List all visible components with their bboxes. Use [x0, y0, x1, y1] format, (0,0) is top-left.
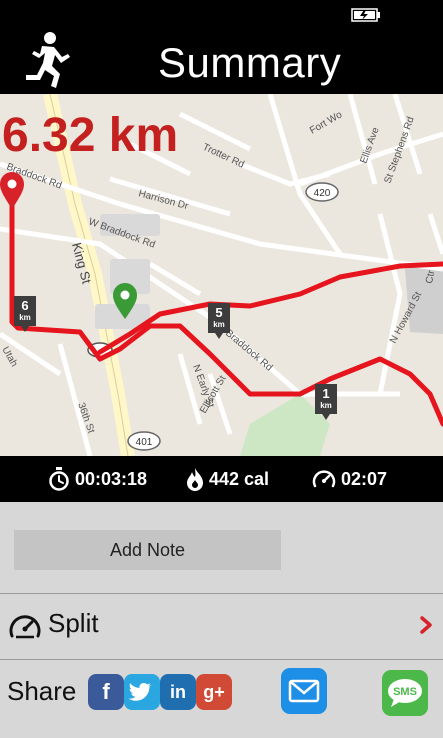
- facebook-icon[interactable]: f: [88, 674, 124, 710]
- km-marker-6: 6 km: [14, 296, 36, 332]
- title-bar: Summary: [0, 30, 443, 94]
- stats-bar: 00:03:18 442 cal 02:07: [0, 456, 443, 502]
- stopwatch-icon: [49, 467, 69, 491]
- linkedin-icon[interactable]: in: [160, 674, 196, 710]
- svg-text:401: 401: [136, 437, 153, 448]
- battery-icon: [351, 8, 380, 22]
- chevron-right-icon[interactable]: [419, 616, 433, 634]
- calories-value: 442 cal: [209, 468, 270, 489]
- calories-stat: 442 cal: [186, 456, 269, 502]
- split-label: Split: [48, 608, 99, 638]
- page-title: Summary: [158, 39, 342, 86]
- mail-icon[interactable]: [281, 668, 327, 714]
- route-badge-401: 401: [127, 431, 161, 451]
- runner-icon: [26, 32, 70, 88]
- km-marker-5: 5 km: [208, 303, 230, 339]
- sms-icon[interactable]: SMS: [382, 670, 428, 716]
- pace-stat: 02:07: [312, 456, 387, 502]
- svg-text:SMS: SMS: [393, 686, 417, 698]
- total-distance: 6.32 km: [2, 109, 179, 162]
- status-bar: [0, 0, 443, 30]
- pace-gauge-icon: [312, 470, 336, 488]
- share-row: Share f in g+ SMS: [0, 660, 443, 738]
- route-badge-420: 420: [305, 182, 339, 202]
- summary-panel: Add Note Split Share f in g+ SMS: [0, 502, 443, 738]
- twitter-icon[interactable]: [124, 674, 160, 710]
- add-note-button[interactable]: Add Note: [14, 530, 281, 570]
- split-gauge-icon: [9, 615, 41, 639]
- time-stat: 00:03:18: [48, 456, 147, 502]
- flame-icon: [187, 468, 203, 491]
- time-value: 00:03:18: [75, 468, 148, 489]
- share-label: Share: [7, 676, 77, 706]
- km-marker-1: 1 km: [315, 384, 337, 420]
- split-row[interactable]: Split: [0, 594, 443, 658]
- route-map[interactable]: Braddock Rd Harrison Dr Trotter Rd W Bra…: [0, 94, 443, 456]
- pace-value: 02:07: [341, 468, 388, 489]
- svg-text:420: 420: [314, 188, 331, 199]
- google-plus-icon[interactable]: g+: [196, 674, 232, 710]
